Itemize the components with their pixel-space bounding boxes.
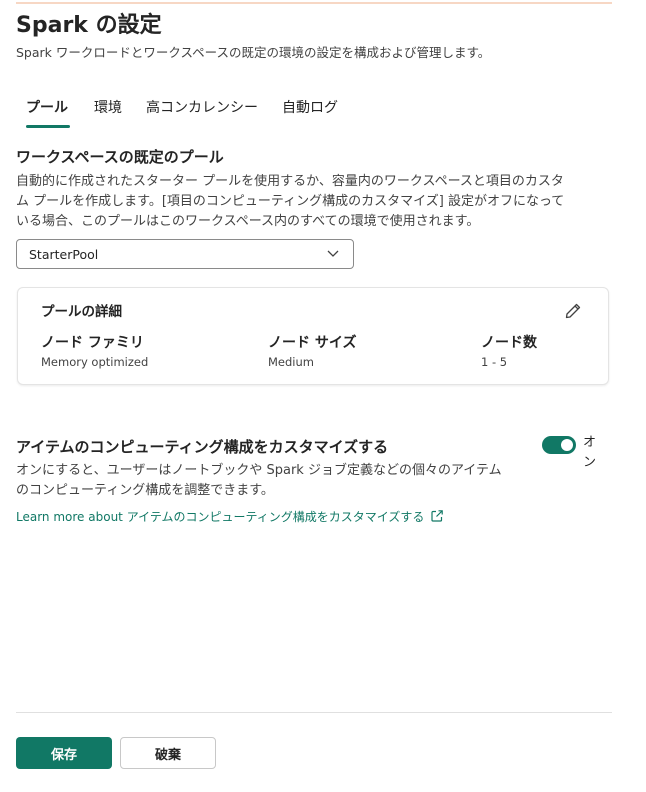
node-count-value: 1 - 5: [481, 355, 508, 369]
default-pool-title: ワークスペースの既定のプール: [16, 148, 224, 166]
customize-description: オンにすると、ユーザーはノートブックや Spark ジョブ定義などの個々のアイテ…: [16, 461, 536, 501]
chevron-down-icon: [327, 250, 339, 257]
default-pool-description: 自動的に作成されたスターター プールを使用するか、容量内のワークスペースと項目の…: [16, 172, 616, 232]
pool-dropdown[interactable]: StarterPool: [16, 239, 354, 269]
tab-environment[interactable]: 環境: [94, 97, 122, 117]
customize-toggle[interactable]: [542, 436, 576, 454]
node-size-value: Medium: [268, 355, 314, 369]
tab-high-concurrency[interactable]: 高コンカレンシー: [146, 97, 258, 117]
tab-pool[interactable]: プール: [26, 97, 68, 117]
external-link-icon: [431, 510, 444, 522]
toggle-knob: [561, 439, 573, 451]
pencil-icon[interactable]: [564, 302, 582, 320]
default-pool-description-line: ム プールを作成します。[項目のコンピューティング構成のカスタマイズ] 設定がオ…: [16, 194, 565, 209]
customize-description-line: オンにすると、ユーザーはノートブックや Spark ジョブ定義などの個々のアイテ…: [16, 463, 502, 478]
node-family-label: ノード ファミリ: [41, 335, 144, 351]
tab-list: プール 環境 高コンカレンシー 自動ログ: [16, 90, 612, 130]
tab-autolog[interactable]: 自動ログ: [282, 97, 338, 117]
node-family-value: Memory optimized: [41, 355, 149, 369]
node-count-label: ノード数: [481, 335, 537, 351]
save-button[interactable]: 保存: [16, 737, 112, 769]
pool-dropdown-value: StarterPool: [29, 247, 99, 262]
active-tab-indicator: [26, 125, 70, 128]
top-accent-border: [16, 2, 612, 4]
customize-title: アイテムのコンピューティング構成をカスタマイズする: [16, 438, 389, 456]
discard-button[interactable]: 破棄: [120, 737, 216, 769]
learn-more-link[interactable]: Learn more about アイテムのコンピューティング構成をカスタマイズ…: [16, 508, 444, 525]
default-pool-description-line: 自動的に作成されたスターター プールを使用するか、容量内のワークスペースと項目の…: [16, 174, 564, 189]
node-size-label: ノード サイズ: [268, 335, 357, 351]
pool-details-card: プールの詳細 ノード ファミリ Memory optimized ノード サイズ…: [17, 287, 609, 385]
toggle-state-label: オン: [583, 435, 597, 470]
learn-more-link-text: Learn more about アイテムのコンピューティング構成をカスタマイズ…: [16, 510, 425, 524]
default-pool-description-line: いる場合、このプールはこのワークスペース内のすべての環境で使用されます。: [16, 214, 480, 229]
footer-divider: [16, 712, 612, 713]
pool-details-title: プールの詳細: [41, 304, 122, 320]
customize-description-line: のコンピューティング構成を調整できます。: [16, 483, 274, 498]
page-subtitle: Spark ワークロードとワークスペースの既定の環境の設定を構成および管理します…: [16, 45, 491, 60]
page-title: Spark の設定: [16, 13, 162, 38]
